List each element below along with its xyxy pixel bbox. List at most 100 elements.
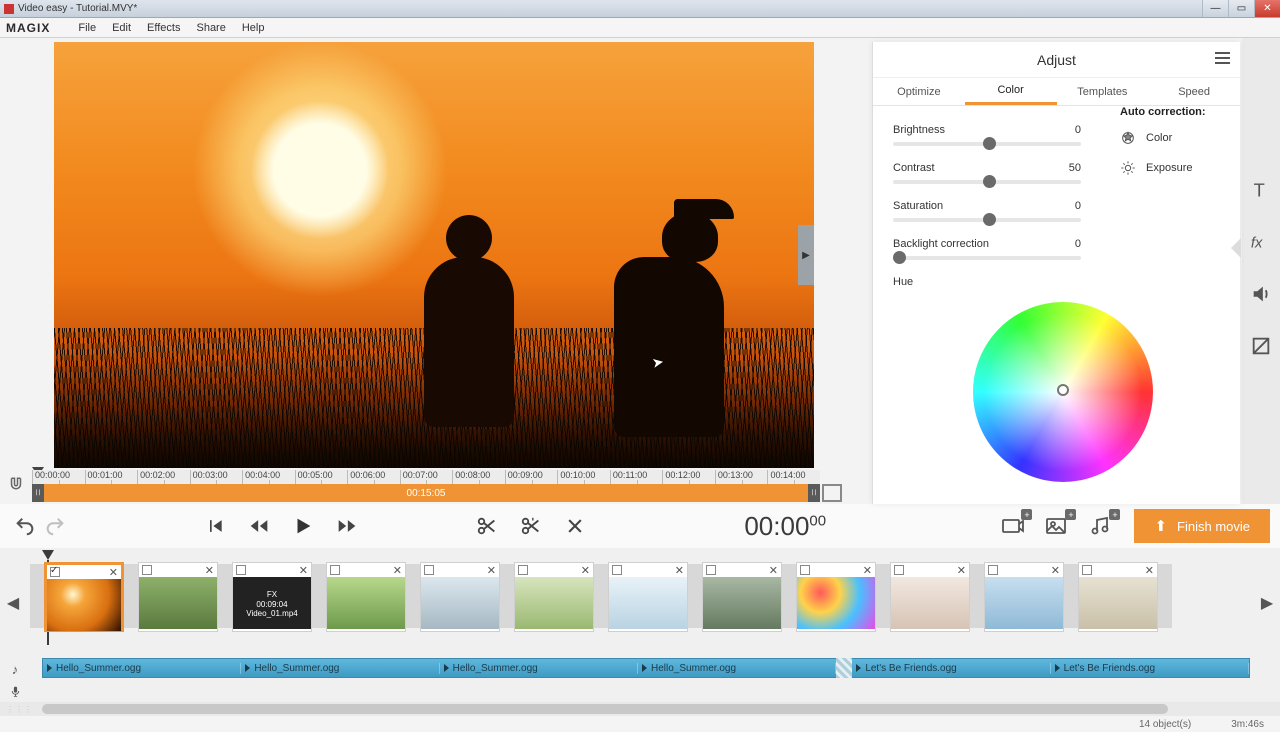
track-duration[interactable]: 00:15:05 [44, 484, 808, 502]
delete-button[interactable] [560, 511, 590, 541]
clip-checkbox[interactable] [142, 565, 152, 575]
hue-picker-handle[interactable] [1057, 384, 1069, 396]
transition-slot[interactable] [1064, 564, 1078, 628]
undo-button[interactable] [10, 511, 40, 541]
clip-checkbox[interactable] [330, 565, 340, 575]
transition-slot[interactable] [30, 564, 44, 628]
clip-remove-button[interactable]: ✕ [393, 564, 402, 577]
transition-slot[interactable] [500, 564, 514, 628]
clip-item[interactable]: ✕ [138, 562, 218, 632]
clip-remove-button[interactable]: ✕ [299, 564, 308, 577]
cut-button[interactable] [516, 511, 546, 541]
split-button[interactable] [472, 511, 502, 541]
clip-item[interactable]: ✕ [608, 562, 688, 632]
menu-help[interactable]: Help [234, 20, 273, 36]
play-button[interactable] [288, 511, 318, 541]
music-track[interactable]: Hello_Summer.oggHello_Summer.oggHello_Su… [42, 658, 1250, 678]
mic-lane-icon[interactable] [0, 680, 30, 702]
import-video-button[interactable]: + [996, 511, 1030, 541]
panel-expand-handle[interactable]: ▶ [798, 225, 814, 285]
panel-menu-icon[interactable] [1215, 52, 1230, 64]
resize-grip[interactable]: ⋮⋮⋮ [6, 705, 33, 714]
transition-slot[interactable] [594, 564, 608, 628]
transition-slot[interactable] [218, 564, 232, 628]
clip-checkbox[interactable] [236, 565, 246, 575]
transition-slot[interactable] [406, 564, 420, 628]
auto-exposure-button[interactable]: Exposure [1120, 160, 1240, 176]
close-button[interactable]: ✕ [1254, 0, 1280, 17]
clip-item[interactable]: ✕ [984, 562, 1064, 632]
storyboard-playhead[interactable] [42, 550, 54, 560]
tab-color[interactable]: Color [965, 78, 1057, 105]
timeline-track[interactable]: ┃┃ 00:15:05 ┃┃ [32, 484, 820, 502]
timeline-ruler[interactable]: 00:00:0000:01:0000:02:0000:03:0000:04:00… [32, 470, 820, 484]
rewind-button[interactable] [244, 511, 274, 541]
text-tool-icon[interactable]: T [1249, 178, 1273, 202]
track-handle-right[interactable]: ┃┃ [808, 484, 820, 502]
audio-segment[interactable]: Hello_Summer.ogg [440, 663, 638, 674]
skip-start-button[interactable] [200, 511, 230, 541]
clip-checkbox[interactable] [800, 565, 810, 575]
clip-checkbox[interactable] [1082, 565, 1092, 575]
clip-remove-button[interactable]: ✕ [581, 564, 590, 577]
clip-item[interactable]: ✕ [44, 562, 124, 632]
menu-edit[interactable]: Edit [104, 20, 139, 36]
clip-checkbox[interactable] [50, 567, 60, 577]
audio-segment[interactable]: Let's Be Friends.ogg [1051, 663, 1249, 674]
horizontal-scrollbar[interactable] [0, 702, 1280, 716]
saturation-slider[interactable] [893, 218, 1081, 222]
clip-item[interactable]: ✕ [796, 562, 876, 632]
redo-button[interactable] [40, 511, 70, 541]
music-lane-icon[interactable]: ♪ [0, 658, 30, 680]
clip-remove-button[interactable]: ✕ [1145, 564, 1154, 577]
clip-item[interactable]: ✕ [702, 562, 782, 632]
clip-checkbox[interactable] [706, 565, 716, 575]
clip-checkbox[interactable] [612, 565, 622, 575]
clip-item[interactable]: ✕ [326, 562, 406, 632]
audio-segment[interactable]: Hello_Summer.ogg [43, 663, 241, 674]
clip-item[interactable]: ✕ [420, 562, 500, 632]
auto-color-button[interactable]: Color [1120, 130, 1240, 146]
import-audio-button[interactable]: + [1084, 511, 1118, 541]
clip-item[interactable]: ✕ [514, 562, 594, 632]
transition-slot[interactable] [782, 564, 796, 628]
minimize-button[interactable]: — [1202, 0, 1228, 17]
menu-effects[interactable]: Effects [139, 20, 188, 36]
clip-remove-button[interactable]: ✕ [863, 564, 872, 577]
clip-item[interactable]: ✕ [1078, 562, 1158, 632]
audio-segment[interactable]: Hello_Summer.ogg [241, 663, 439, 674]
clip-checkbox[interactable] [894, 565, 904, 575]
transition-slot[interactable] [124, 564, 138, 628]
audio-tool-icon[interactable] [1249, 282, 1273, 306]
storyboard-scroll-left[interactable]: ◀ [0, 548, 26, 658]
video-preview[interactable]: ➤ ▶ [54, 42, 814, 468]
clip-remove-button[interactable]: ✕ [957, 564, 966, 577]
import-image-button[interactable]: + [1040, 511, 1074, 541]
transition-slot[interactable] [688, 564, 702, 628]
transition-slot[interactable] [970, 564, 984, 628]
clip-checkbox[interactable] [424, 565, 434, 575]
transition-slot[interactable] [876, 564, 890, 628]
clip-item[interactable]: ✕ [890, 562, 970, 632]
clip-remove-button[interactable]: ✕ [769, 564, 778, 577]
clip-remove-button[interactable]: ✕ [205, 564, 214, 577]
menu-file[interactable]: File [70, 20, 104, 36]
transition-slot[interactable] [312, 564, 326, 628]
clip-checkbox[interactable] [988, 565, 998, 575]
clip-remove-button[interactable]: ✕ [109, 566, 118, 579]
clip-remove-button[interactable]: ✕ [487, 564, 496, 577]
backlight-slider[interactable] [893, 256, 1081, 260]
storyboard-scroll-right[interactable]: ▶ [1254, 548, 1280, 658]
tab-optimize[interactable]: Optimize [873, 78, 965, 105]
fast-forward-button[interactable] [332, 511, 362, 541]
audio-segment[interactable]: Let's Be Friends.ogg [852, 663, 1050, 674]
clip-item[interactable]: ✕FX00:09:04Video_01.mp4 [232, 562, 312, 632]
audio-segment[interactable]: Hello_Summer.ogg [638, 663, 836, 674]
fx-tool-icon[interactable]: fx [1249, 230, 1273, 254]
snap-magnet-icon[interactable] [2, 470, 30, 500]
clip-checkbox[interactable] [518, 565, 528, 575]
clip-remove-button[interactable]: ✕ [1051, 564, 1060, 577]
crop-tool-icon[interactable] [1249, 334, 1273, 358]
fullscreen-button[interactable] [822, 484, 842, 502]
clip-remove-button[interactable]: ✕ [675, 564, 684, 577]
